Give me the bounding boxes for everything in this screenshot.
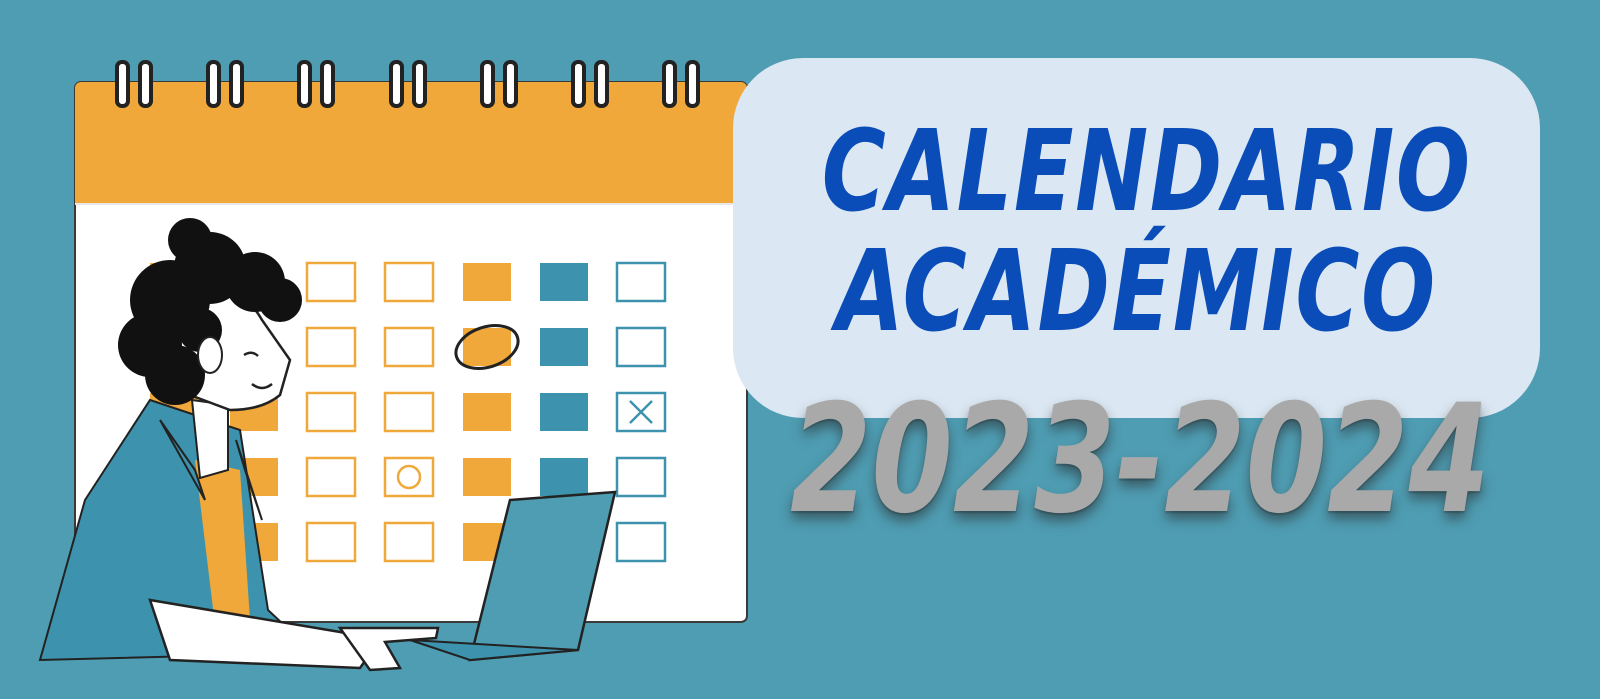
calendar-illustration [38, 60, 748, 672]
title-line-academico: ACADÉMICO [836, 227, 1437, 357]
banner-title: CALENDARIO ACADÉMICO [821, 107, 1472, 357]
title-line-calendario: CALENDARIO [821, 107, 1472, 237]
year-range: 2023-2024 [790, 373, 1490, 547]
